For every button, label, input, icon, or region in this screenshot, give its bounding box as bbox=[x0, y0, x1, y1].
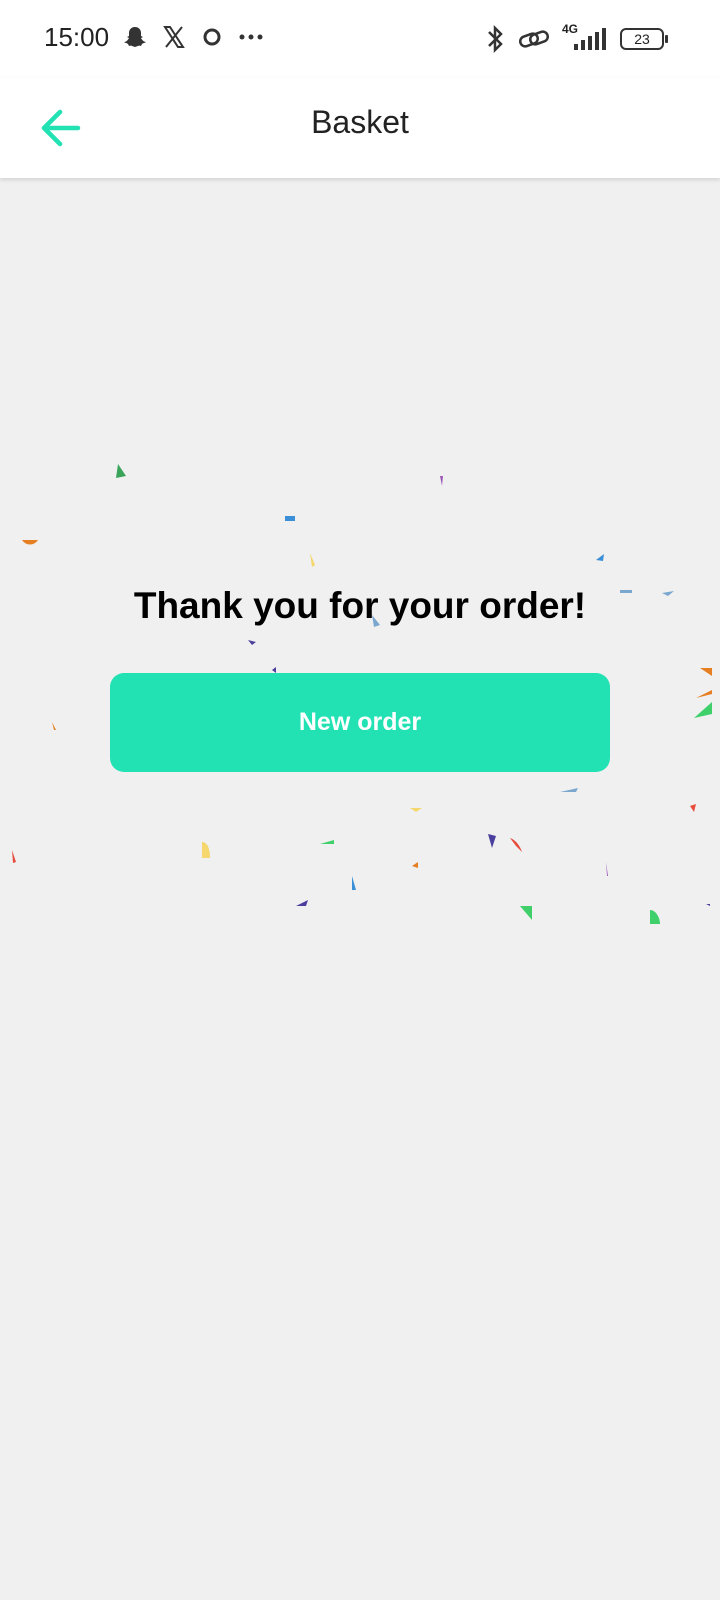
status-time: 15:00 bbox=[44, 22, 110, 52]
link-icon bbox=[518, 26, 550, 52]
page-title: Basket bbox=[311, 104, 409, 140]
status-left-icons bbox=[122, 24, 264, 50]
more-dots-icon bbox=[238, 25, 264, 49]
bluetooth-icon bbox=[484, 24, 506, 54]
status-bar: 15:00 4G 23 bbox=[0, 0, 720, 78]
status-right-icons: 4G 23 bbox=[484, 22, 668, 54]
confetti-decoration bbox=[12, 464, 712, 924]
app-bar: Basket bbox=[0, 78, 720, 178]
order-confirmation-message: Thank you for your order! bbox=[133, 585, 587, 626]
signal-icon: 4G bbox=[562, 22, 608, 54]
x-icon bbox=[162, 25, 186, 49]
new-order-button[interactable]: New order bbox=[110, 673, 610, 772]
battery-level: 23 bbox=[634, 31, 650, 47]
snapchat-icon bbox=[122, 24, 148, 50]
circle-app-icon bbox=[200, 25, 224, 49]
battery-icon: 23 bbox=[620, 28, 668, 50]
